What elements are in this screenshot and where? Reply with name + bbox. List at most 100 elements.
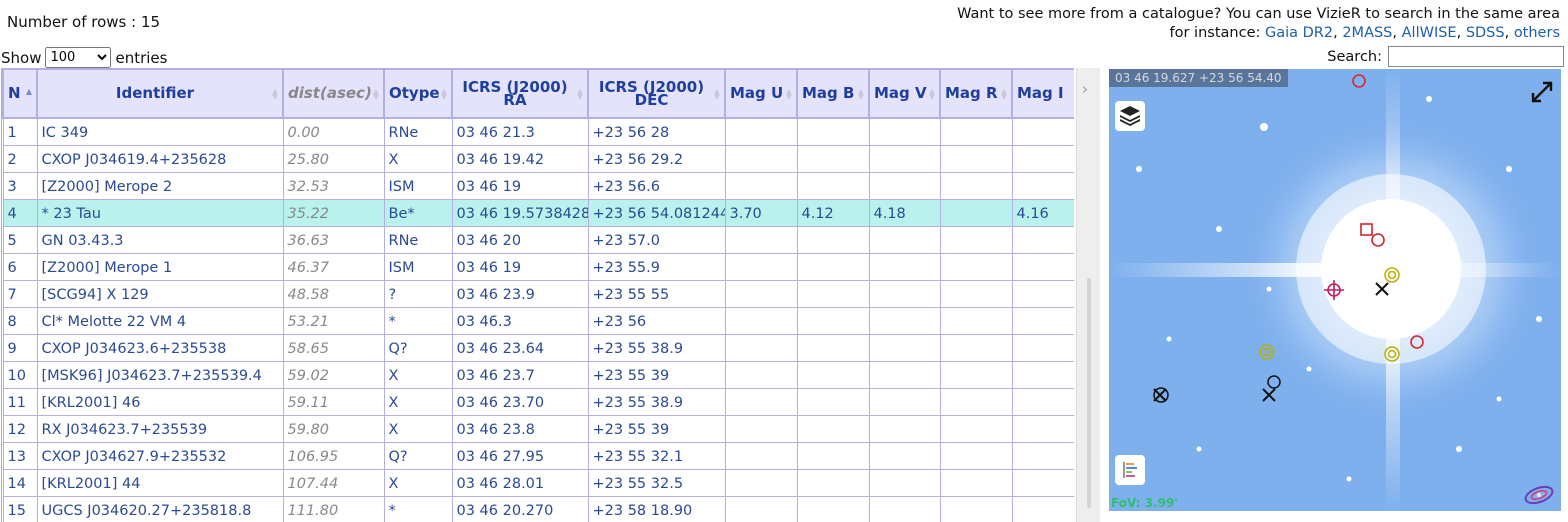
table-row[interactable]: 5 GN 03.43.3 36.63 RNe 03 46 20 +23 57.0 bbox=[2, 225, 1074, 254]
link-2mass[interactable]: 2MASS bbox=[1342, 25, 1392, 41]
col-header-dist[interactable]: dist(asec) ▲ ▼ bbox=[282, 68, 385, 119]
cell-mag-b bbox=[796, 144, 870, 173]
col-header-identifier[interactable]: Identifier ▲ ▼ bbox=[36, 68, 284, 119]
table-row[interactable]: 4 * 23 Tau 35.22 Be* 03 46 19.5738428 +23 56 … bbox=[2, 198, 1074, 227]
table-row[interactable]: 14 [KRL2001] 44 107.44 X 03 46 28.01 +23 55 3… bbox=[2, 468, 1074, 497]
col-header-mag-u[interactable]: Mag U ▲ ▼ bbox=[724, 68, 798, 119]
search-input[interactable] bbox=[1388, 46, 1564, 67]
cell-mag-i bbox=[1011, 306, 1074, 335]
cell-mag-i bbox=[1011, 279, 1074, 308]
cell-identifier[interactable]: CXOP J034619.4+235628 bbox=[36, 144, 284, 173]
cell-mag-b bbox=[796, 441, 870, 470]
cell-identifier[interactable]: GN 03.43.3 bbox=[36, 225, 284, 254]
table-row[interactable]: 13 CXOP J034627.9+235532 106.95 Q? 03 46 27.… bbox=[2, 441, 1074, 470]
cell-ra: 03 46 19 bbox=[451, 252, 589, 281]
sky-image bbox=[1109, 69, 1561, 511]
scrollbar[interactable] bbox=[1087, 278, 1091, 508]
link-sdss[interactable]: SDSS bbox=[1466, 25, 1505, 41]
cell-n: 13 bbox=[2, 441, 38, 470]
col-header-otype[interactable]: Otype ▲ ▼ bbox=[383, 68, 453, 119]
sort-icon: ▲ ▼ bbox=[928, 87, 935, 101]
cell-mag-r bbox=[939, 414, 1013, 443]
cell-identifier[interactable]: [KRL2001] 46 bbox=[36, 387, 284, 416]
col-header-mag-i[interactable]: Mag I bbox=[1011, 68, 1074, 119]
cell-identifier[interactable]: UGCS J034620.27+235818.8 bbox=[36, 495, 284, 522]
table-row[interactable]: 6 [Z2000] Merope 1 46.37 ISM 03 46 19 +23 55.… bbox=[2, 252, 1074, 281]
cell-otype: ? bbox=[383, 279, 453, 308]
cell-mag-b bbox=[796, 468, 870, 497]
table-row[interactable]: 11 [KRL2001] 46 59.11 X 03 46 23.70 +23 55 38… bbox=[2, 387, 1074, 416]
col-header-mag-v[interactable]: Mag V ▲ ▼ bbox=[868, 68, 941, 119]
cell-identifier[interactable]: [Z2000] Merope 2 bbox=[36, 171, 284, 200]
galaxy-logo-icon[interactable] bbox=[1523, 484, 1555, 506]
col-header-ra[interactable]: ICRS (J2000) RA ▲ ▼ bbox=[451, 68, 589, 119]
sky-viewer[interactable]: 03 46 19.627 +23 56 54.40 FoV: 3.99' bbox=[1109, 69, 1561, 511]
show-label: Show bbox=[1, 48, 42, 67]
col-header-dec[interactable]: ICRS (J2000) DEC ▲ ▼ bbox=[587, 68, 726, 119]
cell-identifier[interactable]: CXOP J034623.6+235538 bbox=[36, 333, 284, 362]
cell-identifier[interactable]: * 23 Tau bbox=[36, 198, 284, 227]
cell-mag-i bbox=[1011, 495, 1074, 522]
cell-mag-i bbox=[1011, 387, 1074, 416]
cell-mag-i: 4.16 bbox=[1011, 198, 1074, 227]
table-row[interactable]: 15 UGCS J034620.27+235818.8 111.80 * 03 46 2… bbox=[2, 495, 1074, 522]
cell-identifier[interactable]: [KRL2001] 44 bbox=[36, 468, 284, 497]
layers-icon[interactable] bbox=[1115, 101, 1145, 131]
cell-n: 6 bbox=[2, 252, 38, 281]
cell-mag-v bbox=[868, 171, 941, 200]
cell-mag-v bbox=[868, 279, 941, 308]
col-header-n[interactable]: N ▲ bbox=[2, 68, 38, 119]
link-gaia-dr2[interactable]: Gaia DR2 bbox=[1265, 25, 1333, 41]
col-header-mag-b[interactable]: Mag B ▲ ▼ bbox=[796, 68, 870, 119]
cell-ra: 03 46 23.64 bbox=[451, 333, 589, 362]
cell-mag-v bbox=[868, 387, 941, 416]
cell-otype: RNe bbox=[383, 225, 453, 254]
cell-ra: 03 46 20 bbox=[451, 225, 589, 254]
stack-icon[interactable] bbox=[1115, 455, 1145, 485]
table-row[interactable]: 12 RX J034623.7+235539 59.80 X 03 46 23.8 +23… bbox=[2, 414, 1074, 443]
cell-n: 12 bbox=[2, 414, 38, 443]
cell-identifier[interactable]: IC 349 bbox=[36, 117, 284, 146]
cell-mag-b bbox=[796, 117, 870, 146]
cell-dist: 25.80 bbox=[282, 144, 385, 173]
cell-n: 10 bbox=[2, 360, 38, 389]
cell-identifier[interactable]: CXOP J034627.9+235532 bbox=[36, 441, 284, 470]
table-row[interactable]: 10 [MSK96] J034623.7+235539.4 59.02 X 03 46 … bbox=[2, 360, 1074, 389]
table-row[interactable]: 8 Cl* Melotte 22 VM 4 53.21 * 03 46.3 +23 56 bbox=[2, 306, 1074, 335]
cell-identifier[interactable]: Cl* Melotte 22 VM 4 bbox=[36, 306, 284, 335]
cell-otype: * bbox=[383, 306, 453, 335]
panel-splitter[interactable]: › bbox=[1076, 68, 1100, 522]
table-row[interactable]: 1 IC 349 0.00 RNe 03 46 21.3 +23 56 28 bbox=[2, 117, 1074, 146]
cell-mag-b bbox=[796, 414, 870, 443]
cell-identifier[interactable]: [MSK96] J034623.7+235539.4 bbox=[36, 360, 284, 389]
cell-identifier[interactable]: [Z2000] Merope 1 bbox=[36, 252, 284, 281]
table-row[interactable]: 9 CXOP J034623.6+235538 58.65 Q? 03 46 23.64… bbox=[2, 333, 1074, 362]
sort-icon: ▲ ▼ bbox=[713, 87, 720, 101]
cell-dec: +23 56.6 bbox=[587, 171, 726, 200]
page-length-select[interactable]: 100 bbox=[45, 47, 112, 68]
fullscreen-icon[interactable] bbox=[1529, 79, 1555, 105]
cell-mag-u bbox=[724, 333, 798, 362]
sort-icon: ▲ ▼ bbox=[785, 87, 792, 101]
table-row[interactable]: 2 CXOP J034619.4+235628 25.80 X 03 46 19.42 +… bbox=[2, 144, 1074, 173]
col-header-mag-r[interactable]: Mag R ▲ ▼ bbox=[939, 68, 1013, 119]
cell-dist: 59.80 bbox=[282, 414, 385, 443]
cell-dec: +23 56 29.2 bbox=[587, 144, 726, 173]
cell-dist: 36.63 bbox=[282, 225, 385, 254]
table-row[interactable]: 7 [SCG94] X 129 48.58? 03 46 23.9 +23 55 55 bbox=[2, 279, 1074, 308]
cell-mag-b bbox=[796, 306, 870, 335]
cell-mag-b bbox=[796, 333, 870, 362]
cell-ra: 03 46.3 bbox=[451, 306, 589, 335]
table-row[interactable]: 3 [Z2000] Merope 2 32.53 ISM 03 46 19 +23 56.… bbox=[2, 171, 1074, 200]
chevron-right-icon[interactable]: › bbox=[1082, 80, 1088, 98]
cell-mag-v bbox=[868, 414, 941, 443]
link-others[interactable]: others bbox=[1514, 25, 1560, 41]
cell-identifier[interactable]: [SCG94] X 129 bbox=[36, 279, 284, 308]
cell-otype: ISM bbox=[383, 252, 453, 281]
cell-mag-v bbox=[868, 495, 941, 522]
cell-identifier[interactable]: RX J034623.7+235539 bbox=[36, 414, 284, 443]
cell-dec: +23 55 38.9 bbox=[587, 333, 726, 362]
cell-ra: 03 46 19 bbox=[451, 171, 589, 200]
link-allwise[interactable]: AllWISE bbox=[1402, 25, 1457, 41]
cell-mag-u bbox=[724, 468, 798, 497]
